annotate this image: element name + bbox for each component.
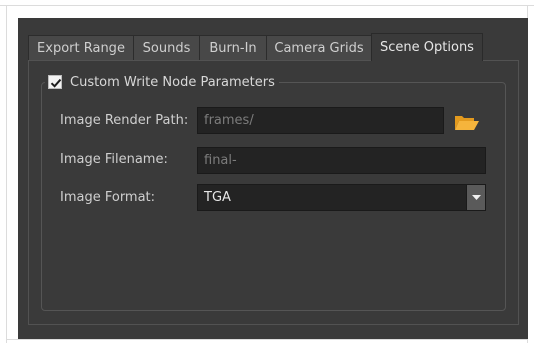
image-render-path-label: Image Render Path: — [60, 113, 189, 128]
frame-border-bottom — [6, 339, 528, 340]
folder-icon[interactable] — [453, 113, 481, 133]
page: Export Range Sounds Burn-In Camera Grids… — [0, 0, 534, 343]
image-render-path-field[interactable]: frames/ — [197, 107, 444, 134]
custom-write-node-label: Custom Write Node Parameters — [70, 74, 275, 90]
image-format-dropdown-button[interactable] — [466, 184, 486, 211]
custom-write-node-checkbox[interactable] — [48, 75, 62, 89]
frame-border-top — [0, 5, 534, 6]
image-format-label: Image Format: — [60, 190, 156, 205]
frame-border-left — [6, 5, 7, 343]
image-filename-field[interactable]: final- — [197, 147, 486, 174]
tab-scene-options[interactable]: Scene Options — [371, 33, 483, 61]
image-format-select[interactable]: TGA — [197, 184, 467, 211]
image-filename-label: Image Filename: — [60, 152, 168, 167]
group-legend: Custom Write Node Parameters — [45, 73, 279, 91]
tab-camera-grids[interactable]: Camera Grids — [266, 35, 372, 60]
tab-export-range[interactable]: Export Range — [28, 35, 134, 60]
tab-burn-in[interactable]: Burn-In — [199, 35, 267, 60]
chevron-down-icon — [472, 195, 481, 200]
checkmark-icon — [50, 78, 62, 88]
tab-sounds[interactable]: Sounds — [133, 35, 200, 60]
